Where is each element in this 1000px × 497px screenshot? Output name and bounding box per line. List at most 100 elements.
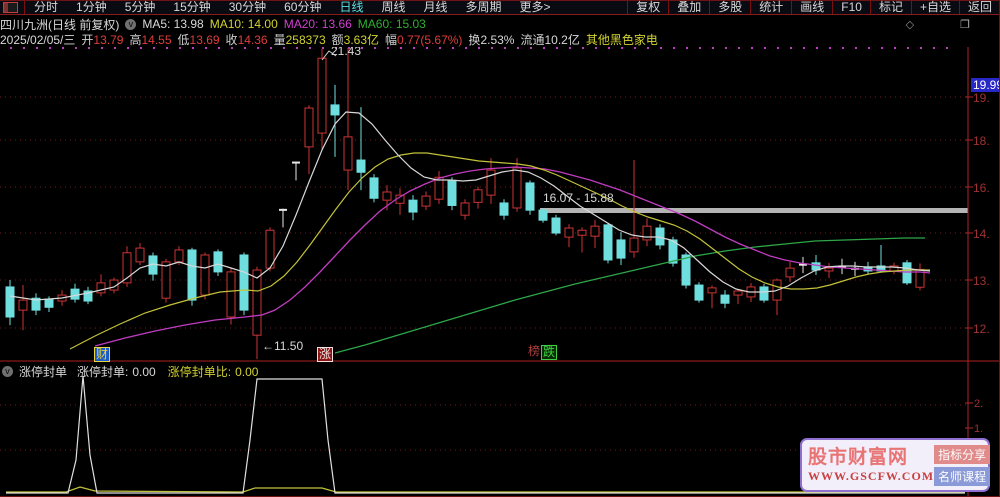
pane-layout-icon[interactable]: ❐ xyxy=(960,18,970,31)
candle[interactable] xyxy=(785,267,795,278)
menu-item-日线[interactable]: 日线 xyxy=(330,1,372,14)
candle[interactable] xyxy=(447,179,457,206)
toolbar-button-复权[interactable]: 复权 xyxy=(628,1,668,14)
candle[interactable] xyxy=(590,225,600,237)
toolbar-button-叠加[interactable]: 叠加 xyxy=(669,1,709,14)
candle[interactable] xyxy=(499,202,509,216)
ma-value-MA10: MA10: 14.00 xyxy=(209,17,278,31)
menu-item-60分钟[interactable]: 60分钟 xyxy=(275,1,330,14)
detail-field: 高14.55 xyxy=(129,33,172,47)
toolbar-button-F10[interactable]: F10 xyxy=(833,1,870,14)
toolbar-button-画线[interactable]: 画线 xyxy=(792,1,832,14)
candle[interactable] xyxy=(525,182,535,211)
candle[interactable] xyxy=(330,104,340,116)
stock-chart-canvas[interactable] xyxy=(0,0,1000,497)
candle[interactable] xyxy=(408,199,418,213)
price-axis-label: 16. xyxy=(973,181,990,195)
candle[interactable] xyxy=(252,269,262,336)
candle[interactable] xyxy=(161,261,171,299)
menu-item-更多>[interactable]: 更多> xyxy=(511,1,560,14)
stock-title: 四川九洲(日线 前复权) xyxy=(0,17,120,32)
menu-item-5分钟[interactable]: 5分钟 xyxy=(116,1,165,14)
axis-max-price-badge: 19.99 xyxy=(971,78,1000,92)
ma-value-MA60: MA60: 15.03 xyxy=(357,17,426,31)
app-window-icon[interactable] xyxy=(3,2,18,13)
candle[interactable] xyxy=(564,227,574,238)
candle[interactable] xyxy=(18,299,28,311)
candle[interactable] xyxy=(187,249,197,301)
period-menu: 分时 1分钟 5分钟 15分钟 30分钟 60分钟 日线 周线 月线 多周期 更多> xyxy=(25,1,560,14)
menu-item-月线[interactable]: 月线 xyxy=(415,1,457,14)
candle[interactable] xyxy=(694,284,704,301)
event-marker-涨[interactable]: 涨 xyxy=(317,347,334,362)
detail-field: 额3.63亿 xyxy=(331,33,380,47)
candle[interactable] xyxy=(421,195,431,207)
candle[interactable] xyxy=(356,159,366,173)
candle[interactable] xyxy=(317,57,327,134)
candle[interactable] xyxy=(44,298,54,308)
candles-group xyxy=(5,47,925,359)
detail-field-group: 开13.79 高14.55 低13.69 收14.36 量258373 额3.63亿 幅0.… xyxy=(81,31,663,48)
menu-item-30分钟[interactable]: 30分钟 xyxy=(220,1,275,14)
candle[interactable] xyxy=(824,267,834,272)
candle[interactable] xyxy=(707,287,717,294)
candle[interactable] xyxy=(239,254,249,311)
info-bar-title: 四川九洲(日线 前复权) v MA5: 13.98 MA10: 14.00 MA20… xyxy=(0,16,1000,32)
toolbar-button-多股[interactable]: 多股 xyxy=(710,1,750,14)
collapse-chevron-icon[interactable]: v xyxy=(125,18,137,30)
menu-item-分时[interactable]: 分时 xyxy=(25,1,67,14)
toolbar-button-标记[interactable]: 标记 xyxy=(871,1,911,14)
candle[interactable] xyxy=(603,224,613,261)
sub-field2-value: 0.00 xyxy=(235,364,259,379)
sub-axis-label: 2. xyxy=(974,398,984,410)
event-marker-财[interactable]: 财 xyxy=(94,347,111,362)
detail-field: 幅0.77(5.67%) xyxy=(385,33,463,47)
event-marker-跌[interactable]: 跌 xyxy=(541,345,558,360)
detail-field: 量258373 xyxy=(273,33,326,47)
candle[interactable] xyxy=(629,237,639,253)
sub-indicator-name[interactable]: 涨停封单 xyxy=(19,363,67,380)
candle[interactable] xyxy=(96,282,106,294)
candle[interactable] xyxy=(577,229,587,236)
menu-item-周线[interactable]: 周线 xyxy=(372,1,414,14)
candle[interactable] xyxy=(486,169,496,196)
candle[interactable] xyxy=(135,247,145,263)
candle[interactable] xyxy=(473,189,483,203)
candle[interactable] xyxy=(304,107,314,148)
candle[interactable] xyxy=(5,286,15,318)
sub-axis-label: 1. xyxy=(974,423,984,435)
candle[interactable] xyxy=(681,254,691,286)
menu-item-1分钟[interactable]: 1分钟 xyxy=(67,1,116,14)
toolbar-button-返回[interactable]: 返回 xyxy=(960,1,1000,14)
diamond-icon[interactable]: ◇ xyxy=(906,18,914,31)
candle[interactable] xyxy=(382,191,392,201)
candle[interactable] xyxy=(213,251,223,273)
candle[interactable] xyxy=(551,217,561,234)
watermark-site-url: WWW.GSCFW.COM xyxy=(808,468,935,483)
candle[interactable] xyxy=(200,254,210,296)
candle[interactable] xyxy=(538,209,548,221)
candle[interactable] xyxy=(343,136,353,171)
candle[interactable] xyxy=(733,290,743,296)
candle[interactable] xyxy=(369,177,379,199)
candle[interactable] xyxy=(70,288,80,300)
event-marker-榜[interactable]: 榜 xyxy=(527,345,541,358)
candle[interactable] xyxy=(460,202,470,216)
candle[interactable] xyxy=(642,225,652,241)
sub-collapse-icon[interactable]: v xyxy=(2,366,13,377)
candle[interactable] xyxy=(616,239,626,259)
ma10-line xyxy=(69,152,930,350)
detail-field: 收14.36 xyxy=(225,33,268,47)
candle[interactable] xyxy=(226,271,236,318)
candle[interactable] xyxy=(512,167,522,209)
candle[interactable] xyxy=(174,249,184,263)
price-axis-label: 13. xyxy=(973,274,990,288)
menu-item-多周期[interactable]: 多周期 xyxy=(457,1,511,14)
toolbar-buttons: 复权 叠加 多股 统计 画线 F10 标记 +自选 返回 xyxy=(627,1,1000,14)
toolbar-button-+自选[interactable]: +自选 xyxy=(912,1,959,14)
candle[interactable] xyxy=(759,286,769,301)
menu-item-15分钟[interactable]: 15分钟 xyxy=(164,1,219,14)
toolbar-button-统计[interactable]: 统计 xyxy=(751,1,791,14)
candle[interactable] xyxy=(902,262,912,284)
candle[interactable] xyxy=(720,294,730,304)
